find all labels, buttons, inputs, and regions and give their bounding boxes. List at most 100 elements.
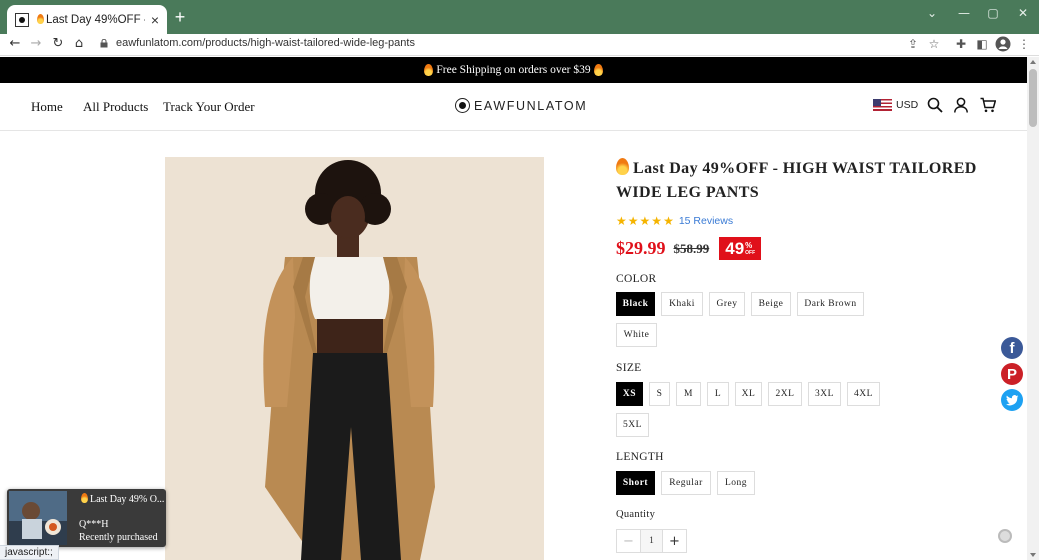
- new-tab-button[interactable]: +: [172, 8, 188, 26]
- size-option-4xl[interactable]: 4XL: [847, 382, 880, 406]
- price-row: $29.99 $58.99 49 % OFF: [616, 237, 996, 260]
- browser-status-bar: javascript:;: [0, 545, 59, 560]
- search-icon[interactable]: [927, 97, 943, 113]
- star-icon: ★: [616, 214, 627, 228]
- discount-number: 49: [725, 238, 745, 258]
- address-bar[interactable]: eawfunlatom.com/products/high-waist-tail…: [116, 37, 415, 49]
- color-option-black[interactable]: Black: [616, 292, 655, 316]
- size-option-xs[interactable]: XS: [616, 382, 643, 406]
- length-option-short[interactable]: Short: [616, 471, 655, 495]
- forward-arrow-icon[interactable]: →: [27, 35, 45, 53]
- restore-window-icon[interactable]: ▢: [983, 6, 1003, 22]
- size-label: SIZE: [616, 362, 642, 374]
- profile-avatar-icon[interactable]: [995, 36, 1011, 52]
- star-icon: ★: [663, 214, 674, 228]
- twitter-share-icon[interactable]: [1001, 389, 1023, 411]
- cart-icon[interactable]: [980, 97, 996, 113]
- back-arrow-icon[interactable]: ←: [6, 35, 24, 53]
- minimize-icon[interactable]: ⌄: [922, 6, 942, 22]
- flame-icon: [424, 64, 434, 76]
- color-option-dark-brown[interactable]: Dark Brown: [797, 292, 864, 316]
- currency-label: USD: [896, 99, 919, 111]
- page-scrollbar[interactable]: [1027, 57, 1039, 560]
- announcement-bar: Free Shipping on orders over $39: [0, 57, 1027, 83]
- bookmark-star-icon[interactable]: ☆: [926, 36, 942, 52]
- facebook-share-icon[interactable]: f: [1001, 337, 1023, 359]
- popup-thumbnail-image: [9, 491, 67, 545]
- home-icon[interactable]: ⌂: [70, 35, 88, 53]
- close-window-icon[interactable]: ✕: [1013, 6, 1033, 22]
- quantity-label: Quantity: [616, 509, 656, 520]
- currency-selector[interactable]: USD: [873, 99, 918, 111]
- size-option-xl[interactable]: XL: [735, 382, 762, 406]
- share-icon[interactable]: ⇪: [905, 36, 921, 52]
- account-icon[interactable]: [953, 97, 969, 113]
- site-header: Home All Products Track Your Order EAWFU…: [0, 83, 1027, 131]
- color-option-khaki[interactable]: Khaki: [661, 292, 703, 316]
- logo-text: EAWFUNLATOM: [474, 98, 588, 113]
- browser-tab-strip: Last Day 49%OFF - HIGH WAI × + ⌄ — ▢ ✕: [0, 0, 1039, 34]
- site-favicon-icon: [15, 12, 29, 27]
- size-option-3xl[interactable]: 3XL: [808, 382, 841, 406]
- extensions-icon[interactable]: ✚: [953, 36, 969, 52]
- discount-off: OFF: [745, 249, 756, 256]
- popup-status: Recently purchased: [79, 532, 158, 543]
- web-page: Free Shipping on orders over $39 Home Al…: [0, 57, 1027, 560]
- browser-tab[interactable]: Last Day 49%OFF - HIGH WAI ×: [7, 5, 167, 34]
- minimize-window-icon[interactable]: —: [954, 6, 974, 22]
- discount-percent: %: [745, 240, 753, 250]
- scroll-up-icon[interactable]: [1030, 60, 1036, 64]
- product-image[interactable]: [165, 157, 544, 560]
- pinterest-share-icon[interactable]: P: [1001, 363, 1023, 385]
- flame-icon: [37, 13, 44, 24]
- quantity-input[interactable]: 1: [640, 530, 663, 552]
- tab-close-icon[interactable]: ×: [151, 12, 159, 28]
- product-photo: [165, 157, 544, 560]
- nav-link-home[interactable]: Home: [31, 99, 63, 115]
- us-flag-icon: [873, 99, 892, 111]
- recent-purchase-popup[interactable]: Last Day 49% O... Q***H Recently purchas…: [7, 489, 166, 547]
- logo-mark-icon: [455, 98, 470, 113]
- length-option-long[interactable]: Long: [717, 471, 755, 495]
- color-option-beige[interactable]: Beige: [751, 292, 791, 316]
- compare-price: $58.99: [673, 240, 710, 256]
- side-panel-icon[interactable]: ◧: [974, 36, 990, 52]
- tab-title: Last Day 49%OFF - HIGH WAI: [46, 13, 145, 26]
- nav-link-track-order[interactable]: Track Your Order: [163, 99, 255, 115]
- browser-toolbar: ← → ↻ ⌂ eawfunlatom.com/products/high-wa…: [0, 34, 1039, 56]
- length-option-regular[interactable]: Regular: [661, 471, 711, 495]
- star-icon: ★: [627, 214, 639, 228]
- size-option-5xl[interactable]: 5XL: [616, 413, 649, 437]
- popup-title: Last Day 49% O...: [90, 494, 165, 505]
- announcement-text: Free Shipping on orders over $39: [436, 64, 591, 76]
- size-option-2xl[interactable]: 2XL: [768, 382, 802, 406]
- browser-menu-icon[interactable]: ⋮: [1016, 36, 1032, 52]
- star-icon: ★: [639, 214, 651, 228]
- sale-price: $29.99: [616, 238, 666, 258]
- flame-icon: [616, 158, 629, 175]
- reload-icon[interactable]: ↻: [49, 35, 67, 53]
- product-info: Last Day 49%OFF - HIGH WAIST TAILORED WI…: [616, 157, 996, 260]
- color-option-white[interactable]: White: [616, 323, 657, 347]
- rating-row: ★ ★ ★ ★ ★ 15 Reviews: [616, 215, 996, 227]
- nav-link-all-products[interactable]: All Products: [83, 99, 148, 115]
- quantity-decrease-button[interactable]: −: [617, 530, 640, 552]
- color-option-grey[interactable]: Grey: [709, 292, 745, 316]
- scroll-down-icon[interactable]: [1030, 553, 1036, 557]
- reviews-link[interactable]: 15 Reviews: [679, 215, 733, 227]
- size-option-m[interactable]: M: [676, 382, 701, 406]
- color-label: COLOR: [616, 273, 657, 285]
- chat-widget-icon[interactable]: [998, 529, 1012, 543]
- lock-icon[interactable]: [100, 39, 108, 48]
- size-option-s[interactable]: S: [649, 382, 670, 406]
- quantity-increase-button[interactable]: +: [663, 530, 686, 552]
- quantity-stepper: − 1 +: [616, 529, 687, 553]
- flame-icon: [81, 493, 88, 503]
- site-logo[interactable]: EAWFUNLATOM: [455, 98, 587, 113]
- popup-customer-name: Q***H: [79, 519, 109, 530]
- size-option-l[interactable]: L: [707, 382, 729, 406]
- length-label: LENGTH: [616, 451, 664, 463]
- star-icon: ★: [651, 214, 663, 228]
- scroll-thumb[interactable]: [1029, 69, 1037, 127]
- discount-badge: 49 % OFF: [719, 237, 762, 260]
